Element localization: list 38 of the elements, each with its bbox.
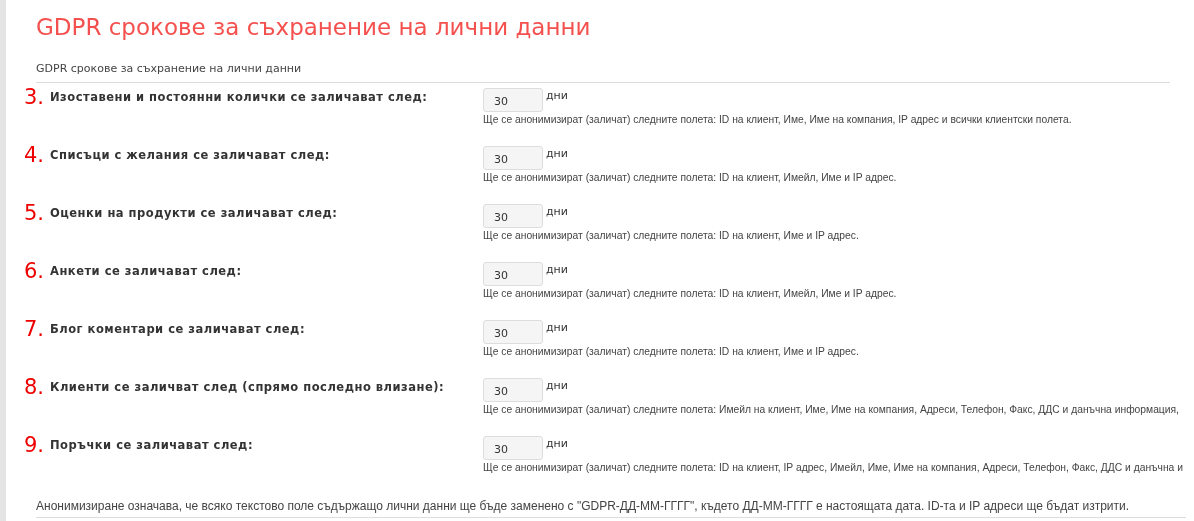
unit-label: дни bbox=[546, 204, 568, 220]
unit-label: дни bbox=[546, 378, 568, 394]
days-input[interactable]: 30 bbox=[483, 146, 543, 170]
step-number: 8. bbox=[24, 375, 46, 401]
setting-label: Поръчки се заличават след: bbox=[50, 437, 254, 454]
setting-label: Оценки на продукти се заличават след: bbox=[50, 205, 339, 222]
field-hint: Ще се анонимизират (заличат) следните полета: ID на клиент, Имейл, Име и IP адрес. bbox=[483, 288, 897, 299]
step-number: 4. bbox=[24, 143, 46, 169]
setting-label: Анкети се заличават след: bbox=[50, 263, 243, 280]
setting-label: Списъци с желания се заличават след: bbox=[50, 147, 331, 164]
setting-label: Клиенти се заличват след (спрямо последно влизане): bbox=[50, 379, 446, 396]
step-number: 6. bbox=[24, 259, 46, 285]
unit-label: дни bbox=[546, 262, 568, 278]
field-hint: Ще се анонимизират (заличат) следните полета: ID на клиент, Име и IP адрес. bbox=[483, 346, 859, 357]
section-heading: GDPR срокове за съхранение на лични данни bbox=[36, 62, 1170, 83]
days-input[interactable]: 30 bbox=[483, 436, 543, 460]
unit-label: дни bbox=[546, 320, 568, 336]
setting-label: Блог коментари се заличават след: bbox=[50, 321, 306, 338]
field-hint: Ще се анонимизират (заличат) следните полета: ID на клиент, Имейл, Име и IP адрес. bbox=[483, 172, 897, 183]
days-input[interactable]: 30 bbox=[483, 378, 543, 402]
unit-label: дни bbox=[546, 88, 568, 104]
step-number: 5. bbox=[24, 201, 46, 227]
days-input[interactable]: 30 bbox=[483, 88, 543, 112]
field-hint: Ще се анонимизират (заличат) следните полета: ID на клиент, Име и IP адрес. bbox=[483, 230, 859, 241]
setting-label: Изоставени и постоянни колички се заличават след: bbox=[50, 89, 429, 106]
step-number: 7. bbox=[24, 317, 46, 343]
page-title: GDPR срокове за съхранение на лични данни bbox=[36, 13, 592, 42]
days-input[interactable]: 30 bbox=[483, 262, 543, 286]
field-hint: Ще се анонимизират (заличат) следните полета: ID на клиент, Име, Име на компания, IP адрес и всички клиентски полета. bbox=[483, 114, 1072, 125]
unit-label: дни bbox=[546, 146, 568, 162]
days-input[interactable]: 30 bbox=[483, 320, 543, 344]
step-number: 9. bbox=[24, 433, 46, 459]
footer-note: Анонимизиране означава, че всяко текстово поле съдържащо лични данни ще бъде заменено с "GDPR-ДД-ММ-ГГГГ", където ДД-ММ-ГГГГ е настоящата дата. ID-та и IP адреси ще бъдат изтрити. bbox=[36, 497, 1186, 518]
step-number: 3. bbox=[24, 85, 46, 111]
days-input[interactable]: 30 bbox=[483, 204, 543, 228]
field-hint: Ще се анонимизират (заличат) следните полета: Имейл на клиент, Име, Име на компания, Адреси, Телефон, Факс, ДДС и данъчна информация, bbox=[483, 404, 1179, 415]
field-hint: Ще се анонимизират (заличат) следните полета: ID на клиент, IP адрес, Имейл, Име, Име на компания, Адреси, Телефон, Факс, ДДС и данъчна и bbox=[483, 462, 1183, 473]
unit-label: дни bbox=[546, 436, 568, 452]
